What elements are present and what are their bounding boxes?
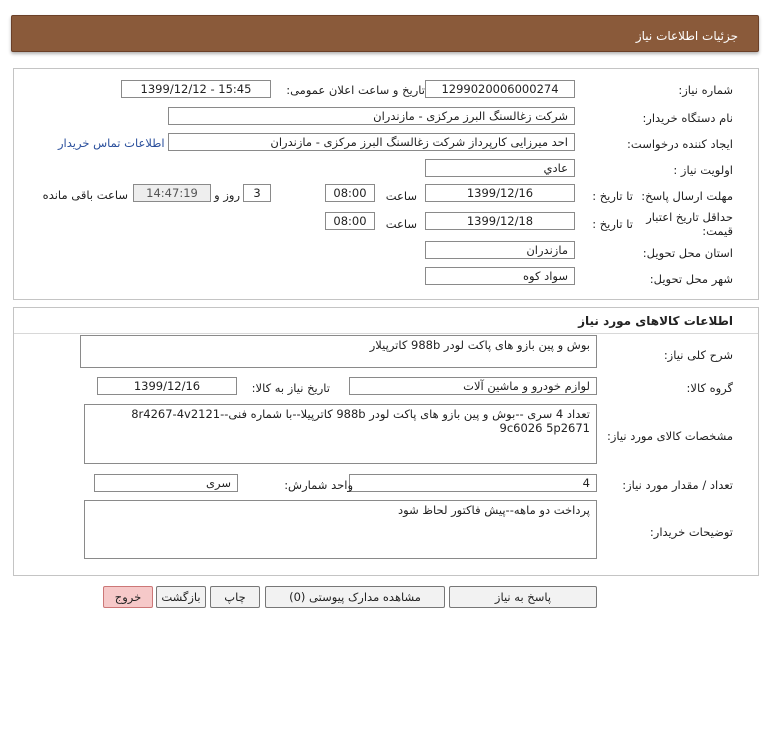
page-header: جزئیات اطلاعات نیاز [11, 15, 759, 52]
priority-field: عادي [425, 159, 575, 177]
quantity-field: 4 [349, 474, 597, 492]
city-field: سواد کوه [425, 267, 575, 285]
announce-datetime-field: 1399/12/12 - 15:45 [121, 80, 271, 98]
buyer-contact-link[interactable]: اطلاعات تماس خریدار [58, 136, 165, 150]
announce-datetime-label: تاریخ و ساعت اعلان عمومی: [286, 83, 425, 97]
need-number-label: شماره نیاز: [678, 83, 733, 97]
creator-label: ایجاد کننده درخواست: [627, 137, 733, 151]
validity-to-date-label: تا تاریخ : [592, 217, 633, 231]
price-validity-label: حداقل تاریخ اعتبار قیمت: [646, 210, 733, 238]
goods-section-title: اطلاعات کالاهای مورد نیاز [578, 314, 733, 328]
goods-group-field: لوازم خودرو و ماشین آلات [349, 377, 597, 395]
summary-field: بوش و پین بازو های پاکت لودر 988b کاترپی… [80, 335, 597, 368]
summary-label: شرح کلی نیاز: [663, 348, 733, 362]
need-date-label: تاریخ نیاز به کالا: [251, 381, 330, 395]
province-label: استان محل تحویل: [642, 246, 733, 260]
city-label: شهر محل تحویل: [649, 272, 733, 286]
remaining-days-field: 3 [243, 184, 271, 202]
need-details-panel [13, 68, 759, 300]
exit-button[interactable]: خروج [103, 586, 153, 608]
buyer-notes-label: توضیحات خریدار: [649, 525, 733, 539]
back-button[interactable]: بازگشت [156, 586, 206, 608]
deadline-label: مهلت ارسال پاسخ: [641, 189, 733, 203]
buyer-notes-field: پرداخت دو ماهه--پیش فاکتور لحاظ شود [84, 500, 597, 559]
deadline-date-field: 1399/12/16 [425, 184, 575, 202]
page-title: جزئیات اطلاعات نیاز [635, 29, 738, 43]
buyer-org-label: نام دستگاه خریدار: [642, 111, 733, 125]
reply-button[interactable]: پاسخ به نیاز [449, 586, 597, 608]
deadline-time-field: 08:00 [325, 184, 375, 202]
quantity-label: تعداد / مقدار مورد نیاز: [622, 478, 733, 492]
remaining-time-label: ساعت باقی مانده [42, 188, 128, 202]
province-field: مازندران [425, 241, 575, 259]
unit-field: سری [94, 474, 238, 492]
priority-label: اولویت نیاز : [673, 163, 733, 177]
specs-field: تعداد 4 سری --بوش و پین بازو های پاکت لو… [84, 404, 597, 464]
validity-date-field: 1399/12/18 [425, 212, 575, 230]
remaining-days-label: روز و [214, 188, 240, 202]
goods-group-label: گروه کالا: [686, 381, 733, 395]
section-divider [14, 333, 758, 334]
validity-time-field: 08:00 [325, 212, 375, 230]
need-date-field: 1399/12/16 [97, 377, 237, 395]
remaining-time-field: 14:47:19 [133, 184, 211, 202]
validity-time-label: ساعت [385, 217, 417, 231]
creator-field: احد میرزایی کارپرداز شرکت زغالسنگ البرز … [168, 133, 575, 151]
print-button[interactable]: چاپ [210, 586, 260, 608]
specs-label: مشخصات کالای مورد نیاز: [606, 429, 733, 443]
buyer-org-field: شرکت زغالسنگ البرز مرکزی - مازندران [168, 107, 575, 125]
deadline-time-label: ساعت [385, 189, 417, 203]
need-number-field: 1299020006000274 [425, 80, 575, 98]
unit-label: واحد شمارش: [284, 478, 353, 492]
deadline-to-date-label: تا تاریخ : [592, 189, 633, 203]
view-attachments-button[interactable]: مشاهده مدارک پیوستی (0) [265, 586, 445, 608]
